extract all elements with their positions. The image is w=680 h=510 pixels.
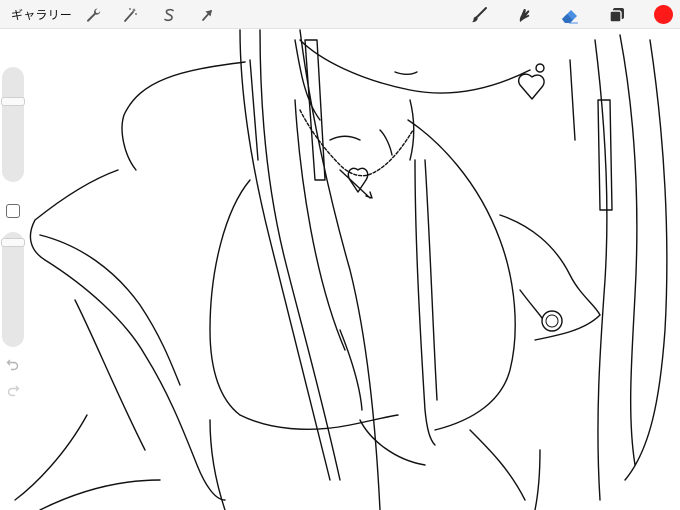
redo-arrow-icon [7,385,20,397]
opacity-thumb[interactable] [1,238,25,247]
earring [518,73,545,100]
magic-wand-icon [124,8,137,22]
brush-size-slider[interactable] [1,67,25,182]
left-shoulder-line [121,61,246,171]
selection-button[interactable] [158,4,180,26]
undo-arrow-icon [6,359,19,371]
smudge-button[interactable] [512,4,534,26]
modify-button[interactable] [6,204,20,218]
arrow-cursor-icon [202,10,212,21]
hair-ribbon-left-2 [249,59,259,161]
layers-button[interactable] [606,4,628,26]
top-strap-right-inner [424,159,438,401]
left-forearm [14,414,88,501]
smudge-icon [519,9,530,22]
top-toolbar: ギャラリー [0,0,680,29]
opacity-slider[interactable] [1,232,25,347]
eraser-button[interactable] [559,4,581,26]
mouth-line [394,71,418,75]
wrench-icon [87,8,101,22]
actions-button[interactable] [82,4,104,26]
left-sleeve-fold [74,299,146,451]
left-sidebar [1,67,25,405]
waist-left [209,419,226,510]
hair-strand-left-2 [259,29,341,481]
neck-right [409,99,415,161]
hair-strand-right-1 [594,39,608,501]
selection-s-icon [164,8,174,22]
redo-button[interactable] [5,382,21,398]
undo-button[interactable] [5,356,21,372]
earring-ring [535,63,545,73]
bust-right-lower [359,419,426,466]
hair-ribbon-right-2 [569,59,576,141]
layers-icon [609,8,624,23]
brush-icon [471,7,487,23]
cleavage-line [339,329,363,411]
right-lower-cloth [469,429,526,501]
transform-button[interactable] [196,4,218,26]
chin-line [299,39,531,94]
hair-strand-left-3 [299,29,381,510]
drawing-canvas[interactable] [0,29,680,510]
left-arm-outline [29,169,226,501]
brush-button[interactable] [468,4,490,26]
sleeve-button-inner [545,314,559,328]
necklace-chain [299,109,414,177]
collarbone-left [329,135,361,141]
adjustments-button[interactable] [119,4,141,26]
bust-left-outer [209,179,251,416]
eraser-icon [562,10,578,24]
brush-size-thumb[interactable] [1,97,25,106]
left-cloth-lower [39,479,161,510]
color-picker-button[interactable] [654,5,673,24]
hair-strand-right-2 [619,34,638,466]
waist-right [534,449,541,510]
collarbone-right [379,129,393,156]
gallery-button[interactable]: ギャラリー [11,6,72,23]
